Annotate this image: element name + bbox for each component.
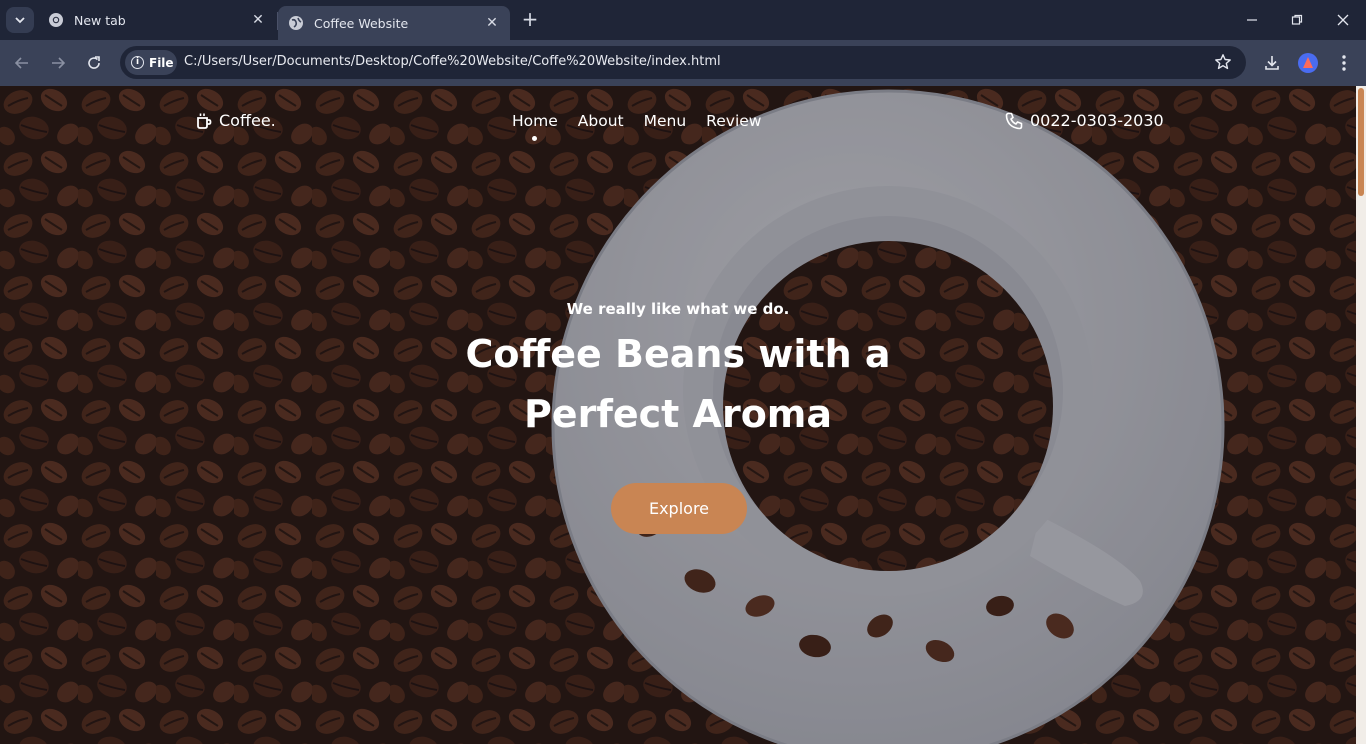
scrollbar-thumb[interactable] [1358, 88, 1364, 196]
close-window-icon[interactable] [1331, 8, 1355, 32]
close-icon[interactable]: ✕ [250, 12, 266, 28]
nav-item-home[interactable]: Home [512, 112, 558, 141]
plus-icon[interactable]: + [518, 8, 542, 32]
tab-new-tab[interactable]: New tab ✕ [38, 0, 276, 40]
phone-icon [1005, 112, 1023, 129]
forward-icon[interactable] [46, 51, 70, 75]
nav-item-about[interactable]: About [578, 112, 624, 130]
close-icon[interactable]: ✕ [484, 15, 500, 31]
tab-title: New tab [74, 12, 126, 28]
page-scrollbar[interactable] [1356, 86, 1366, 744]
hero-title-line-1: Coffee Beans with a [465, 332, 891, 376]
site-logo[interactable]: Coffee. [195, 111, 276, 130]
hero-title: Coffee Beans with a Perfect Aroma [0, 324, 1356, 444]
minimize-icon[interactable] [1240, 8, 1264, 32]
page-viewport: Coffee. Home About Menu Review 0022-0303… [0, 86, 1356, 744]
hero-tagline: We really like what we do. [566, 300, 790, 318]
chevron-down-icon [15, 17, 25, 24]
address-bar[interactable]: i File C:/Users/User/Documents/Desktop/C… [120, 46, 1246, 79]
back-icon[interactable] [10, 51, 34, 75]
hero-title-line-2: Perfect Aroma [523, 392, 833, 436]
tab-search-button[interactable] [6, 7, 34, 33]
restore-icon[interactable] [1285, 8, 1309, 32]
info-icon: i [131, 56, 144, 69]
phone-number: 0022-0303-2030 [1030, 111, 1164, 130]
star-icon[interactable] [1214, 53, 1232, 71]
mug-icon [197, 113, 212, 129]
reload-icon[interactable] [82, 51, 106, 75]
browser-toolbar: i File C:/Users/User/Documents/Desktop/C… [0, 40, 1366, 86]
site-info-chip[interactable]: i File [125, 50, 177, 75]
profile-avatar[interactable] [1296, 51, 1320, 75]
tab-strip: New tab ✕ Coffee Website ✕ + [0, 0, 1366, 40]
nav-item-review[interactable]: Review [706, 112, 761, 130]
download-icon[interactable] [1260, 51, 1284, 75]
explore-button[interactable]: Explore [611, 483, 747, 534]
logo-text: Coffee. [219, 111, 276, 130]
url-text[interactable]: C:/Users/User/Documents/Desktop/Coffe%20… [184, 54, 721, 69]
chrome-icon [49, 13, 63, 27]
nav-item-menu[interactable]: Menu [644, 112, 687, 130]
main-nav: Home About Menu Review [512, 112, 781, 141]
site-chip-label: File [149, 55, 174, 70]
avatar [1298, 53, 1318, 73]
tab-coffee-website[interactable]: Coffee Website ✕ [278, 6, 510, 40]
phone-contact[interactable]: 0022-0303-2030 [1005, 111, 1164, 130]
globe-icon [289, 16, 303, 30]
tab-title: Coffee Website [314, 15, 409, 31]
menu-dots-icon[interactable] [1332, 51, 1356, 75]
